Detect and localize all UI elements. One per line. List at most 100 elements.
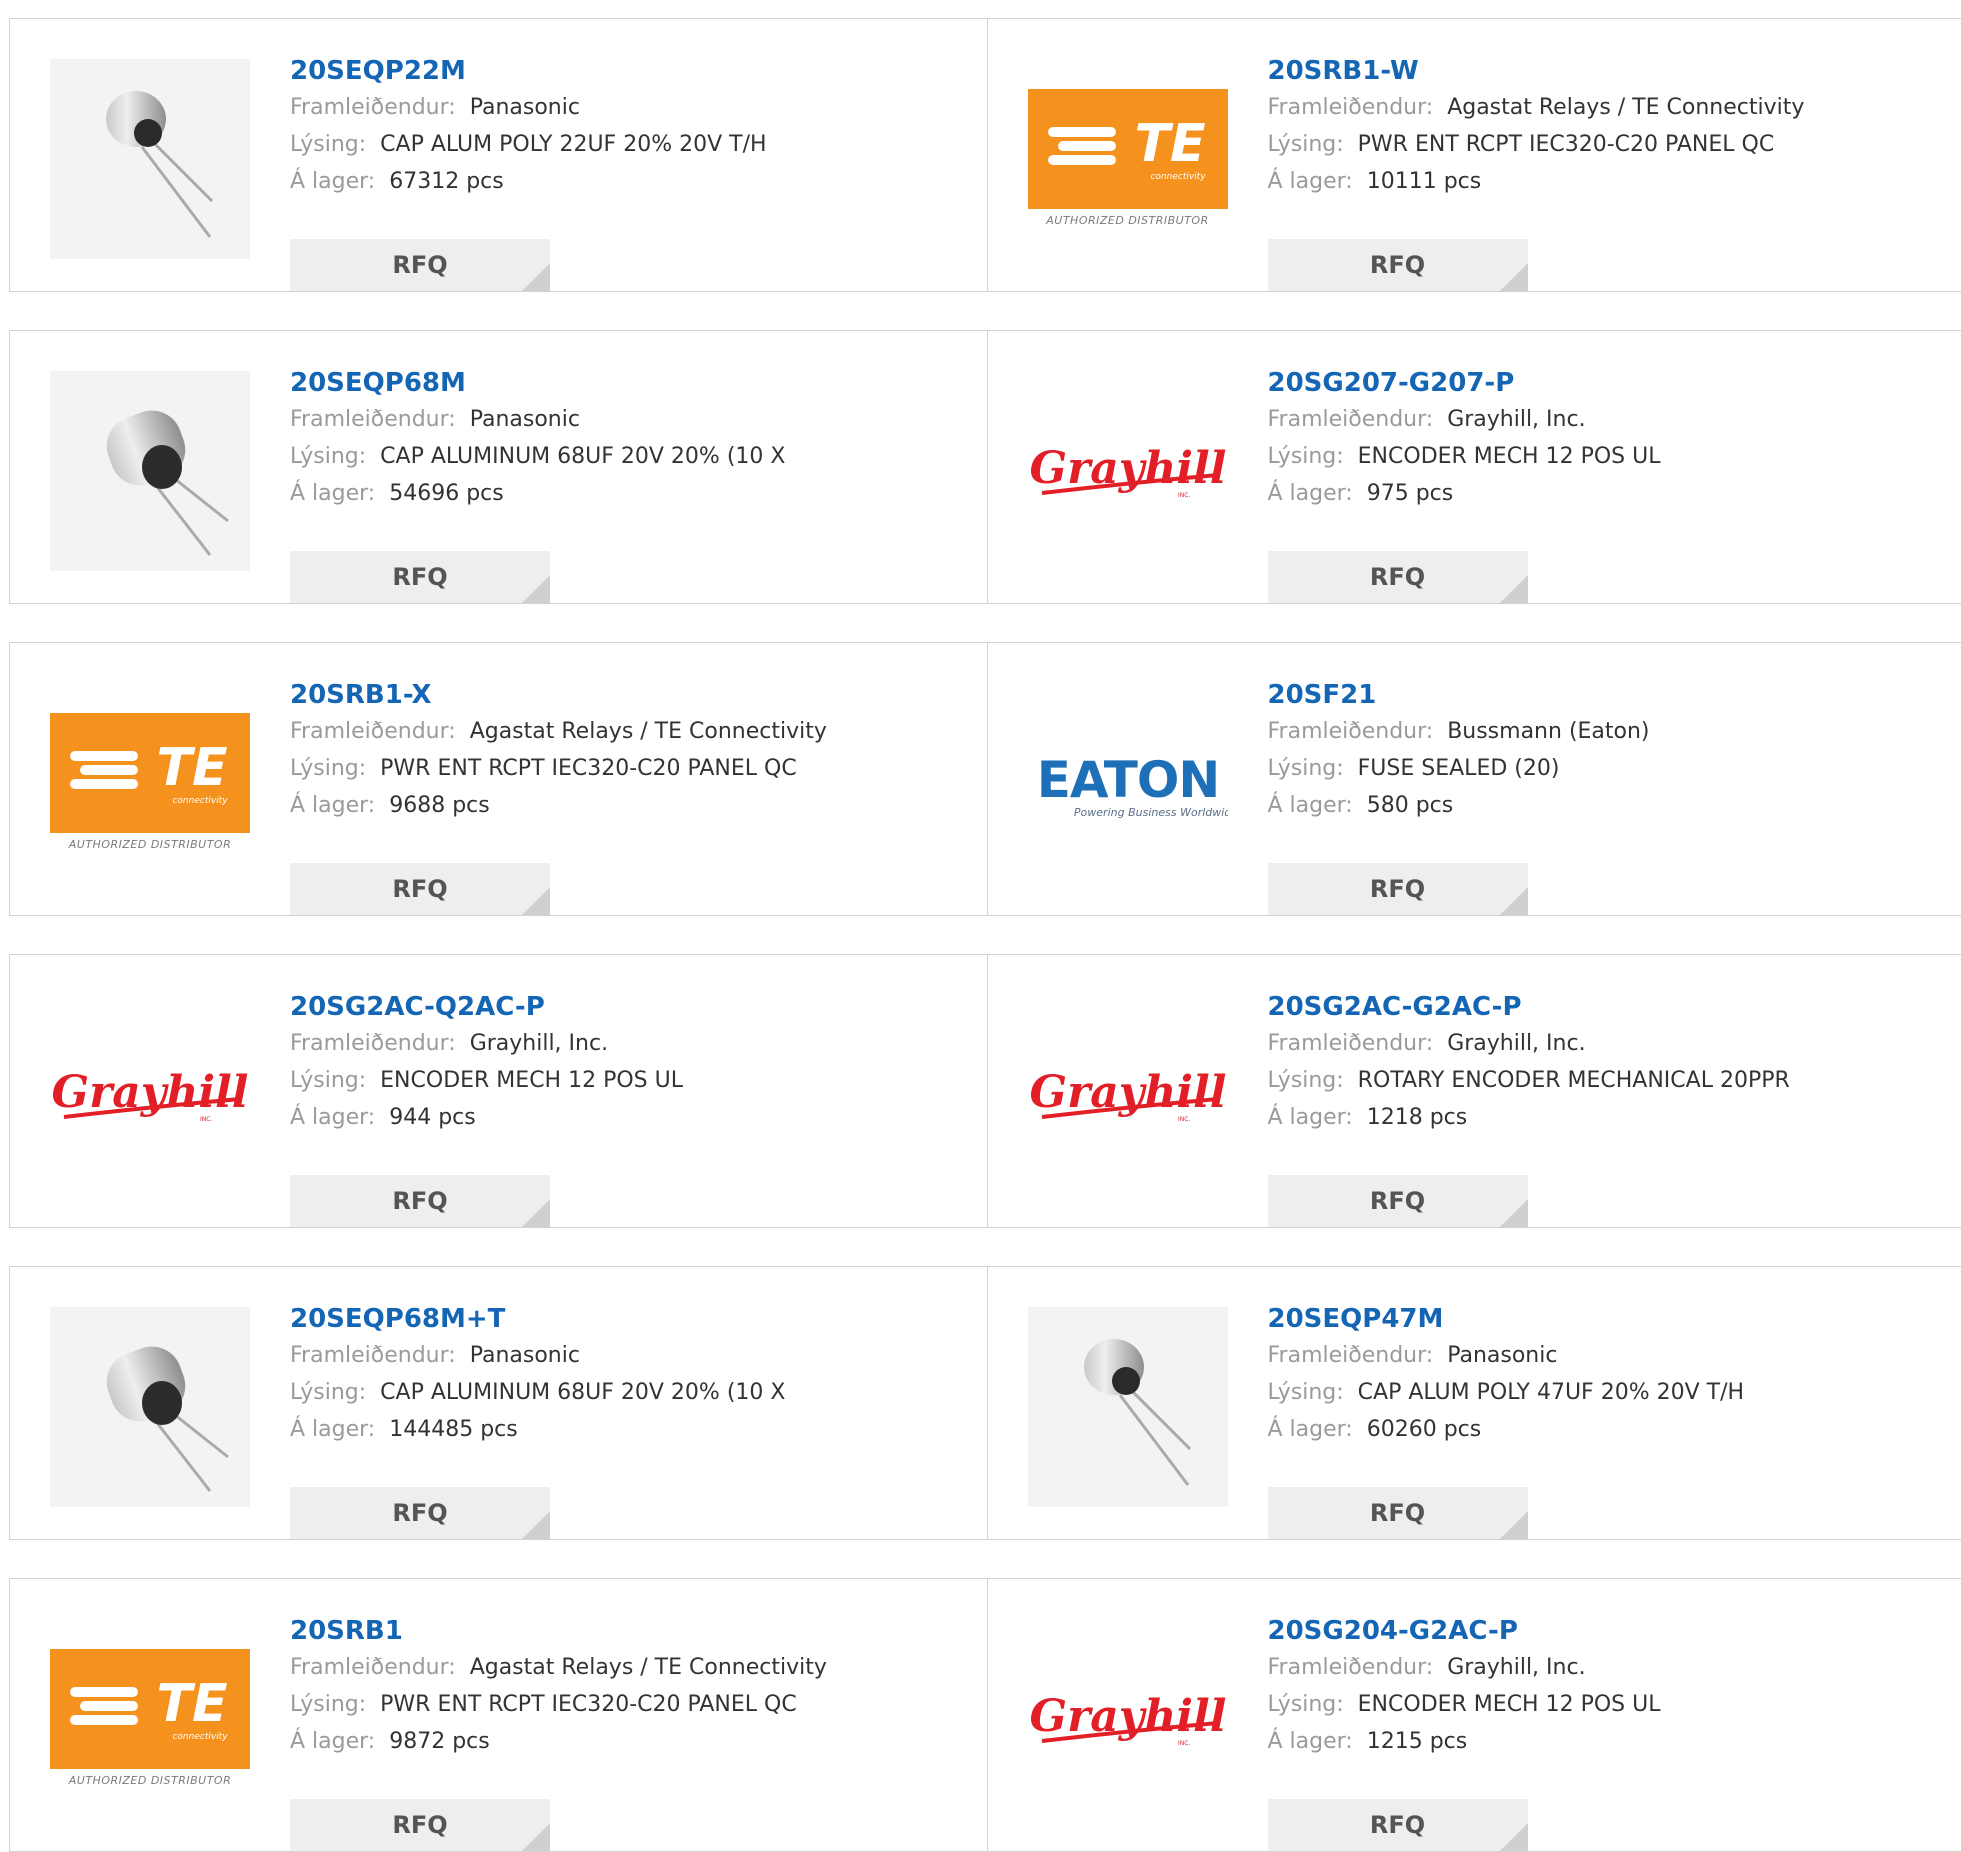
part-number-link[interactable]: 20SG204-G2AC-P — [1268, 1613, 1928, 1649]
rfq-button[interactable]: RFQ — [1268, 1175, 1528, 1227]
rfq-button[interactable]: RFQ — [290, 551, 550, 603]
description-value: CAP ALUMINUM 68UF 20V 20% (10 X — [380, 444, 785, 469]
manufacturer-value: Bussmann (Eaton) — [1447, 719, 1649, 744]
product-thumbnail[interactable] — [50, 371, 250, 571]
description-value: PWR ENT RCPT IEC320-C20 PANEL QC — [380, 1692, 797, 1717]
product-row: 20SEQP22MFramleiðendur:PanasonicLýsing:C… — [9, 18, 1961, 292]
manufacturer-label: Framleiðendur: — [1268, 719, 1434, 744]
svg-text:connectivity: connectivity — [172, 796, 228, 806]
description-label: Lýsing: — [290, 1380, 366, 1405]
part-number-link[interactable]: 20SEQP22M — [290, 53, 950, 89]
stock-value: 1218 pcs — [1367, 1105, 1468, 1130]
product-card: TEconnectivityAUTHORIZED DISTRIBUTOR 20SR… — [10, 643, 987, 915]
product-card: TEconnectivityAUTHORIZED DISTRIBUTOR 20SR… — [987, 19, 1961, 291]
description-line: Lýsing:PWR ENT RCPT IEC320-C20 PANEL QC — [1268, 126, 1928, 163]
product-thumbnail[interactable]: EATONPowering Business Worldwide — [1028, 683, 1228, 883]
svg-text:INC.: INC. — [1178, 1740, 1190, 1747]
product-thumbnail[interactable] — [50, 1307, 250, 1507]
stock-value: 10111 pcs — [1367, 169, 1482, 194]
rfq-button[interactable]: RFQ — [1268, 1487, 1528, 1539]
stock-line: Á lager:1215 pcs — [1268, 1723, 1928, 1760]
product-info: 20SF21 Framleiðendur: Bussmann (Eaton) Lýsi… — [1268, 677, 1928, 824]
stock-value: 144485 pcs — [389, 1417, 518, 1442]
capacitor-image — [50, 371, 250, 571]
grayhill-logo: GrayhillINC. — [1028, 995, 1228, 1195]
manufacturer-label: Framleiðendur: — [290, 1655, 456, 1680]
description-line: Lýsing:FUSE SEALED (20) — [1268, 750, 1928, 787]
rfq-button[interactable]: RFQ — [290, 239, 550, 291]
stock-value: 54696 pcs — [389, 481, 504, 506]
product-info: 20SG2AC-G2AC-PFramleiðendur:Grayhill, In… — [1268, 989, 1928, 1136]
product-row: 20SEQP68M+T Framleiðendur: Panasonic Lýsing… — [9, 1266, 1961, 1540]
rfq-button[interactable]: RFQ — [1268, 551, 1528, 603]
part-number-link[interactable]: 20SEQP68M+T — [290, 1301, 950, 1337]
rfq-label: RFQ — [392, 1499, 447, 1527]
product-thumbnail[interactable]: GrayhillINC. — [50, 995, 250, 1195]
rfq-button[interactable]: RFQ — [290, 1175, 550, 1227]
product-card: TEconnectivityAUTHORIZED DISTRIBUTOR 20SR… — [10, 1579, 987, 1851]
part-number-link[interactable]: 20SG2AC-G2AC-P — [1268, 989, 1928, 1025]
manufacturer-line: Framleiðendur:Grayhill, Inc. — [1268, 1649, 1928, 1686]
stock-label: Á lager: — [1268, 793, 1353, 818]
stock-line: Á lager:67312 pcs — [290, 163, 950, 200]
description-label: Lýsing: — [1268, 1692, 1344, 1717]
manufacturer-value: Panasonic — [470, 407, 580, 432]
part-number-link[interactable]: 20SRB1-X — [290, 677, 950, 713]
product-card: 20SEQP68MFramleiðendur:Panasonic Lýsing: C… — [10, 331, 987, 603]
manufacturer-value: Panasonic — [470, 1343, 580, 1368]
part-number-link[interactable]: 20SRB1-W — [1268, 53, 1928, 89]
description-line: Lýsing: CAP ALUMINUM 68UF 20V 20% (10 X — [290, 438, 950, 475]
product-info: 20SG207-G207-PFramleiðendur:Grayhill, In… — [1268, 365, 1928, 512]
rfq-button[interactable]: RFQ — [1268, 239, 1528, 291]
part-number-link[interactable]: 20SEQP68M — [290, 365, 950, 401]
manufacturer-label: Framleiðendur: — [1268, 1343, 1434, 1368]
manufacturer-value: Panasonic — [1447, 1343, 1557, 1368]
description-label: Lýsing: — [290, 444, 366, 469]
rfq-button[interactable]: RFQ — [290, 863, 550, 915]
part-number-link[interactable]: 20SEQP47M — [1268, 1301, 1928, 1337]
product-thumbnail[interactable]: GrayhillINC. — [1028, 371, 1228, 571]
svg-text:EATON: EATON — [1036, 751, 1218, 809]
description-line: Lýsing:ENCODER MECH 12 POS UL — [290, 1062, 950, 1099]
description-line: Lýsing:ROTARY ENCODER MECHANICAL 20PPR — [1268, 1062, 1928, 1099]
product-thumbnail[interactable] — [50, 59, 250, 259]
stock-value: 9688 pcs — [389, 793, 490, 818]
rfq-label: RFQ — [392, 875, 447, 903]
description-line: Lýsing:CAP ALUM POLY 22UF 20% 20V T/H — [290, 126, 950, 163]
stock-label: Á lager: — [1268, 1729, 1353, 1754]
product-card: GrayhillINC. 20SG204-G2AC-PFramleiðendur:… — [987, 1579, 1961, 1851]
rfq-label: RFQ — [1370, 563, 1425, 591]
rfq-button[interactable]: RFQ — [1268, 863, 1528, 915]
rfq-button[interactable]: RFQ — [1268, 1799, 1528, 1851]
svg-text:Powering Business Worldwide: Powering Business Worldwide — [1073, 806, 1227, 819]
product-thumbnail[interactable]: GrayhillINC. — [1028, 995, 1228, 1195]
product-thumbnail[interactable]: GrayhillINC. — [1028, 1619, 1228, 1819]
manufacturer-line: Framleiðendur:Panasonic — [290, 401, 950, 438]
product-thumbnail[interactable]: TEconnectivityAUTHORIZED DISTRIBUTOR — [1028, 59, 1228, 259]
part-number-link[interactable]: 20SF21 — [1268, 677, 1928, 713]
part-number-link[interactable]: 20SRB1 — [290, 1613, 950, 1649]
manufacturer-label: Framleiðendur: — [290, 1031, 456, 1056]
rfq-button[interactable]: RFQ — [290, 1799, 550, 1851]
rfq-button[interactable]: RFQ — [290, 1487, 550, 1539]
svg-text:Grayhill: Grayhill — [1029, 1691, 1226, 1742]
product-thumbnail[interactable]: TEconnectivityAUTHORIZED DISTRIBUTOR — [50, 683, 250, 883]
product-grid: 20SEQP22MFramleiðendur:PanasonicLýsing:C… — [0, 0, 1961, 1846]
product-info: 20SRB1-WFramleiðendur:Agastat Relays / T… — [1268, 53, 1928, 200]
product-thumbnail[interactable] — [1028, 1307, 1228, 1507]
part-number-link[interactable]: 20SG2AC-Q2AC-P — [290, 989, 950, 1025]
eaton-logo: EATONPowering Business Worldwide — [1028, 683, 1228, 883]
product-thumbnail[interactable]: TEconnectivityAUTHORIZED DISTRIBUTOR — [50, 1619, 250, 1819]
part-number-link[interactable]: 20SG207-G207-P — [1268, 365, 1928, 401]
corner-fold-icon — [522, 575, 550, 603]
stock-value: 580 pcs — [1367, 793, 1454, 818]
rfq-label: RFQ — [392, 1187, 447, 1215]
grayhill-logo: GrayhillINC. — [1028, 371, 1228, 571]
stock-line: Á lager: 580 pcs — [1268, 787, 1928, 824]
stock-label: Á lager: — [290, 481, 375, 506]
product-info: 20SEQP22MFramleiðendur:PanasonicLýsing:C… — [290, 53, 950, 200]
stock-label: Á lager: — [290, 793, 375, 818]
manufacturer-line: Framleiðendur:Agastat Relays / TE Connec… — [1268, 89, 1928, 126]
corner-fold-icon — [522, 263, 550, 291]
stock-line: Á lager:10111 pcs — [1268, 163, 1928, 200]
